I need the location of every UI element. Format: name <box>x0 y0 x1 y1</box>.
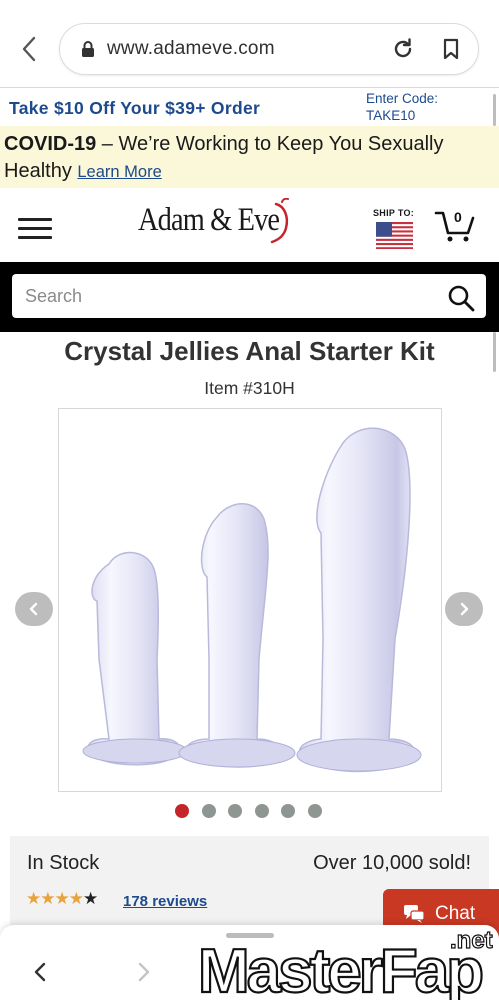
watermark-suffix: .net <box>450 927 493 954</box>
lock-icon <box>82 41 94 57</box>
search-input[interactable] <box>12 274 486 318</box>
chat-label: Chat <box>435 903 476 924</box>
search-bar <box>0 262 499 332</box>
rating-stars[interactable]: ★★★★★ <box>26 889 98 909</box>
url-text[interactable]: www.adameve.com <box>107 38 275 60</box>
watermark-logo: MasterFap .net <box>197 926 493 1000</box>
learn-more-link[interactable]: Learn More <box>77 163 161 181</box>
address-bar[interactable]: www.adameve.com <box>59 23 479 75</box>
bookmark-icon[interactable] <box>438 36 464 62</box>
gallery-dot[interactable] <box>175 804 189 818</box>
nav-forward-icon[interactable] <box>134 961 154 983</box>
sold-count: Over 10,000 sold! <box>313 852 471 874</box>
promo-offer[interactable]: Take $10 Off Your $39+ Order <box>9 98 260 119</box>
promo-code: Enter Code: TAKE10 <box>366 90 438 124</box>
gallery-dot[interactable] <box>254 804 269 818</box>
nav-back-icon[interactable] <box>30 961 50 983</box>
cart-count: 0 <box>454 209 462 225</box>
site-header: Adam & Eve SHIP TO: 0 <box>0 188 499 262</box>
gallery-dot[interactable] <box>201 804 216 818</box>
page-scrollbar[interactable] <box>493 94 496 126</box>
chevron-right-icon <box>460 602 469 616</box>
covid-heading: COVID-19 <box>4 133 97 155</box>
us-flag-icon[interactable] <box>376 222 413 249</box>
search-icon[interactable] <box>447 284 475 312</box>
gallery-dot[interactable] <box>307 804 322 818</box>
gallery-dot[interactable] <box>281 804 295 818</box>
reload-icon[interactable] <box>390 36 416 62</box>
covid-banner: COVID-19 – We’re Working to Keep You Sex… <box>0 126 499 188</box>
product-image[interactable] <box>58 408 442 792</box>
product-title: Crystal Jellies Anal Starter Kit <box>64 336 435 366</box>
chevron-left-icon <box>29 602 38 616</box>
gallery-dots <box>175 804 334 819</box>
star-half-icon: ★ <box>82 889 98 908</box>
watermark-text: MasterFap <box>198 937 482 1000</box>
star-filled-icons: ★★★★ <box>26 889 84 908</box>
reviews-link[interactable]: 178 reviews <box>123 893 207 910</box>
promo-bar[interactable]: Take $10 Off Your $39+ Order Enter Code:… <box>0 88 499 126</box>
gallery-dot[interactable] <box>228 804 242 818</box>
ship-to-label: SHIP TO: <box>373 208 415 218</box>
browser-toolbar: www.adameve.com <box>0 0 499 88</box>
promo-code-value: TAKE10 <box>366 108 416 123</box>
covid-message: COVID-19 – We’re Working to Keep You Sex… <box>4 131 499 186</box>
gallery-prev-button[interactable] <box>15 592 53 626</box>
product-photo <box>82 427 422 773</box>
stock-status: In Stock <box>27 852 100 874</box>
browser-back-icon[interactable] <box>14 34 44 64</box>
logo-apple-swoosh <box>270 198 289 244</box>
menu-icon[interactable] <box>18 218 52 240</box>
item-number: Item #310H <box>204 378 295 398</box>
promo-code-label: Enter Code: <box>366 91 439 106</box>
site-logo[interactable]: Adam & Eve <box>138 202 280 239</box>
chat-icon <box>404 905 425 923</box>
gallery-next-button[interactable] <box>445 592 483 626</box>
